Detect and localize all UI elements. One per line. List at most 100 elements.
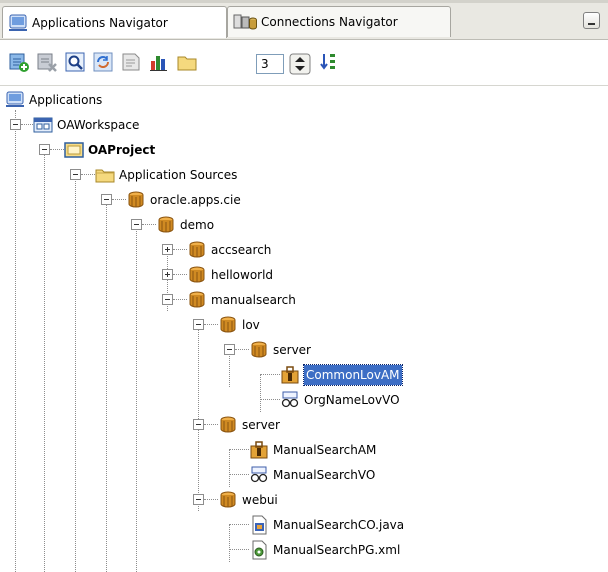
tree-node-manualsearchvo[interactable]: ManualSearchVO [249, 463, 375, 487]
edit-icon[interactable] [120, 51, 142, 73]
tab-label: Applications Navigator [32, 15, 168, 30]
tree-connector [229, 474, 249, 475]
tree-connector [204, 499, 218, 500]
tab-connections-navigator[interactable]: Connections Navigator [227, 6, 451, 37]
tree-connector [198, 324, 199, 511]
minimize-button[interactable] [583, 12, 600, 29]
new-application-icon[interactable] [8, 51, 30, 73]
find-icon[interactable] [64, 51, 86, 73]
collapse-toggle[interactable] [224, 344, 235, 355]
tree-node-label: helloworld [211, 268, 274, 282]
folder-icon[interactable] [176, 51, 198, 73]
expand-toggle[interactable] [162, 244, 173, 255]
tree-node-label: webui [242, 493, 278, 507]
remove-icon[interactable] [36, 51, 58, 73]
tree-node-label: ManualSearchAM [273, 443, 377, 457]
java-file-icon [249, 515, 269, 535]
tree-connector [50, 149, 64, 150]
tab-applications-navigator[interactable]: Applications Navigator [2, 6, 227, 38]
sort-icon[interactable] [318, 51, 340, 73]
package-icon [187, 290, 207, 310]
tabstrip-top-border [0, 0, 608, 3]
collapse-toggle[interactable] [162, 294, 173, 305]
tree-node-label: OAWorkspace [57, 118, 140, 132]
tree-connector [260, 374, 261, 412]
tree-connector [260, 399, 280, 400]
tree-node-manualsearcham[interactable]: ManualSearchAM [249, 438, 376, 462]
tree-node-label: manualsearch [211, 293, 296, 307]
tree-connector [229, 524, 249, 525]
collapse-toggle[interactable] [70, 169, 81, 180]
tree-node-label: demo [180, 218, 215, 232]
tree-node-label: OAProject [88, 143, 156, 157]
tree-node-manualsearch-server[interactable]: server [218, 413, 280, 437]
xml-file-icon [249, 540, 269, 560]
navigator-toolbar: 3 [0, 41, 608, 86]
workspace-icon [33, 117, 53, 133]
collapse-toggle[interactable] [101, 194, 112, 205]
tree-connector [173, 299, 187, 300]
tree-node-accsearch[interactable]: accsearch [187, 238, 271, 262]
level-stepper[interactable] [289, 53, 311, 75]
collapse-toggle[interactable] [131, 219, 142, 230]
tree-connector [21, 124, 33, 125]
tree-connector [136, 224, 137, 572]
tree-node-helloworld[interactable]: helloworld [187, 263, 273, 287]
package-icon [156, 215, 176, 235]
project-icon [64, 142, 84, 158]
collapse-toggle[interactable] [10, 119, 21, 130]
tree-node-label: accsearch [211, 243, 272, 257]
collapse-toggle[interactable] [193, 494, 204, 505]
tree-node-oracle-apps-cie[interactable]: oracle.apps.cie [126, 188, 241, 212]
tab-label: Connections Navigator [261, 15, 398, 29]
tree-node-application-sources[interactable]: Application Sources [95, 163, 237, 187]
tree-node-label: server [273, 343, 311, 357]
chart-icon[interactable] [148, 51, 170, 73]
tree-node-applications[interactable]: Applications [5, 88, 102, 112]
tree-node-oaworkspace[interactable]: OAWorkspace [33, 113, 139, 137]
tree-node-label: oracle.apps.cie [150, 193, 241, 207]
tree-connector [15, 124, 16, 572]
tree-node-manualsearch[interactable]: manualsearch [187, 288, 296, 312]
tree-connector [112, 199, 126, 200]
tree-node-webui[interactable]: webui [218, 488, 278, 512]
tree-node-label: server [242, 418, 280, 432]
level-input[interactable]: 3 [256, 54, 284, 74]
expand-toggle[interactable] [162, 269, 173, 280]
view-object-icon [249, 465, 269, 485]
tree-node-lov[interactable]: lov [218, 313, 260, 337]
tree-node-lov-server[interactable]: server [249, 338, 311, 362]
tree-connector [142, 224, 156, 225]
package-icon [218, 490, 238, 510]
tree-node-label: OrgNameLovVO [304, 393, 400, 407]
package-icon [187, 240, 207, 260]
tree-node-oaproject[interactable]: OAProject [64, 138, 155, 162]
tree-node-label: Applications [29, 93, 103, 107]
tree-node-label: Application Sources [119, 168, 238, 182]
collapse-toggle[interactable] [193, 319, 204, 330]
tree-node-label: lov [242, 318, 260, 332]
applications-icon [6, 91, 24, 107]
tree-node-manualsearchco-java[interactable]: ManualSearchCO.java [249, 513, 404, 537]
tree-node-label: ManualSearchPG.xml [273, 543, 401, 557]
tree-connector [229, 449, 249, 450]
tree-connector [229, 449, 230, 487]
view-object-icon [280, 390, 300, 410]
tree-node-label: ManualSearchVO [273, 468, 376, 482]
refresh-icon[interactable] [92, 51, 114, 73]
package-icon [249, 340, 269, 360]
folder-icon [95, 165, 115, 185]
collapse-toggle[interactable] [193, 419, 204, 430]
connections-navigator-icon [233, 14, 257, 30]
applications-navigator-icon [9, 14, 27, 31]
tree-node-manualsearchpg-xml[interactable]: ManualSearchPG.xml [249, 538, 400, 562]
tree-node-label: ManualSearchCO.java [273, 518, 405, 532]
package-icon [187, 265, 207, 285]
collapse-toggle[interactable] [39, 144, 50, 155]
tree-connector [106, 199, 107, 572]
tree-node-commonlovam[interactable]: CommonLovAM [280, 363, 403, 387]
tree-connector [173, 274, 187, 275]
tree-node-demo[interactable]: demo [156, 213, 214, 237]
tree-node-orgnamelovvo[interactable]: OrgNameLovVO [280, 388, 400, 412]
tree-connector [229, 524, 230, 562]
